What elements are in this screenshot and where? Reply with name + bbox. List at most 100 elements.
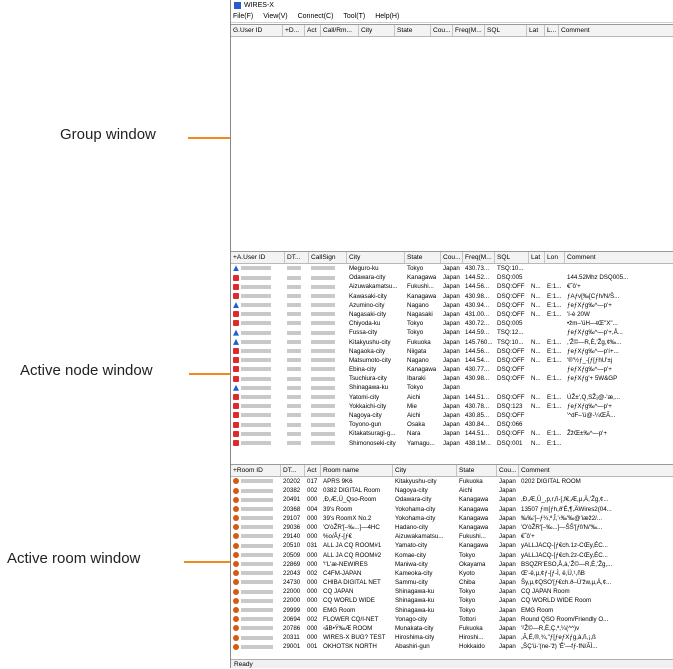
column-header[interactable]: Room name <box>321 465 393 476</box>
room-row[interactable]: 29140 000 %o/Âƒ-[ƒ€ Aizuwakamatsu... Fukushi… <box>231 532 673 541</box>
room-row[interactable]: 22000 000 CQ JAPAN Shinagawa-ku Tokyo Japan CQ… <box>231 587 673 596</box>
column-header[interactable]: Cou... <box>441 252 463 263</box>
menu-connect[interactable]: Connect(C) <box>298 13 334 20</box>
node-lon <box>545 365 565 374</box>
menu-file[interactable]: File(F) <box>233 13 253 20</box>
node-row[interactable]: Shinagawa-ku Tokyo Japan <box>231 383 673 392</box>
redacted-callsign <box>311 431 335 436</box>
menu-tool[interactable]: Tool(T) <box>343 13 365 20</box>
node-row[interactable]: Ebina-city Kanagawa Japan 430.77... DSQ:OFF ƒ… <box>231 365 673 374</box>
column-header[interactable]: State <box>457 465 497 476</box>
node-freq <box>463 383 495 392</box>
column-header[interactable]: Cou... <box>497 465 519 476</box>
node-row[interactable]: Toyono-gun Osaka Japan 430.84... DSQ:066 <box>231 420 673 429</box>
node-row[interactable]: Kitakatsuragi-g... Nara Japan 144.51... DSQ:… <box>231 429 673 438</box>
node-callsign-cell <box>309 310 347 319</box>
column-header[interactable]: Act <box>305 25 321 36</box>
column-header[interactable]: Act <box>305 465 321 476</box>
node-row[interactable]: Kitakyushu-city Fukuoka Japan 145.760... TSQ… <box>231 338 673 347</box>
room-row[interactable]: 24730 000 CHIBA DIGITAL NET Sammu-city Chiba… <box>231 578 673 587</box>
room-id-cell <box>231 477 281 486</box>
room-id-cell <box>231 642 281 651</box>
node-state: Yamagu... <box>407 439 435 447</box>
node-user-id-cell <box>231 374 285 383</box>
room-city: Odawara-city <box>395 496 432 504</box>
node-row[interactable]: Shimonoseki-city Yamagu... Japan 438.1M... D… <box>231 439 673 448</box>
column-header[interactable]: L... <box>545 25 559 36</box>
column-header[interactable]: +A.User ID <box>231 252 285 263</box>
node-sql: DSQ:OFF <box>497 430 525 438</box>
node-row[interactable]: Meguro-ku Tokyo Japan 430.73... TSQ:10... <box>231 264 673 273</box>
room-row[interactable]: 22000 000 CQ WORLD WIDE Shinagawa-ku Tokyo Ja… <box>231 596 673 605</box>
node-lat <box>529 383 545 392</box>
node-row[interactable]: Kawasaki-city Kanagawa Japan 430.98... DSQ:O… <box>231 292 673 301</box>
node-country: Japan <box>443 301 460 309</box>
room-row[interactable]: 20491 000 ‚Ð,Æ,Ü_Qso-Room Odawara-city Kanag… <box>231 495 673 504</box>
node-row[interactable]: Nagaoka-city Niigata Japan 144.56... DSQ:OFF… <box>231 347 673 356</box>
column-header[interactable]: Comment <box>565 252 673 263</box>
column-header[interactable]: City <box>359 25 395 36</box>
column-header[interactable]: Comment <box>559 25 673 36</box>
column-header[interactable]: Lon <box>545 252 565 263</box>
redacted-callsign <box>311 321 335 326</box>
column-header[interactable]: DT... <box>285 252 309 263</box>
column-header[interactable]: DT... <box>281 465 305 476</box>
column-header[interactable]: Freq(M... <box>463 252 495 263</box>
room-row[interactable]: 20694 002 FLOWER CQ/I-NET Yonago-city Tottor… <box>231 615 673 624</box>
room-row[interactable]: 20382 002 0382 DIGITAL Room Nagoya-city Aich… <box>231 486 673 495</box>
room-row[interactable]: 20510 031 ALL JA CQ ROOM#1 Yamato-city Kanag… <box>231 541 673 550</box>
node-freq: 430.84... <box>465 421 490 429</box>
node-row[interactable]: Chiyoda-ku Tokyo Japan 430.72... DSQ:005 •žm–… <box>231 319 673 328</box>
room-row[interactable]: 20786 000 ‹ãB•Ý‰Æ ROOM Munakata-city Fukuoka… <box>231 624 673 633</box>
room-row[interactable]: 20509 000 ALL JA CQ ROOM#2 Komae-city Tokyo J… <box>231 551 673 560</box>
room-row[interactable]: 20202 017 APRS 9K6 Kitakyushu-city Fukuoka Ja… <box>231 477 673 486</box>
column-header[interactable]: SQL <box>485 25 527 36</box>
node-state: Mie <box>407 402 417 410</box>
column-header[interactable]: City <box>393 465 457 476</box>
node-city: Shimonoseki-city <box>349 439 396 447</box>
room-act: 000 <box>307 597 318 605</box>
node-row[interactable]: Fussa-city Tokyo Japan 144.59... TSQ:12... ƒe… <box>231 328 673 337</box>
room-row[interactable]: 20368 004 39's Room Yokohama-city Kanagawa Ja… <box>231 505 673 514</box>
column-header[interactable]: +Room ID <box>231 465 281 476</box>
column-header[interactable]: Freq(M... <box>453 25 485 36</box>
column-header[interactable]: CallSign <box>309 252 347 263</box>
column-header[interactable]: Lat <box>529 252 545 263</box>
room-row[interactable]: 29036 000 'O'òŽR'[–‰...]—4HC Hadano-city Kan… <box>231 523 673 532</box>
column-header[interactable]: SQL <box>495 252 529 263</box>
column-header[interactable]: G.User ID <box>231 25 283 36</box>
node-row[interactable]: Matsumoto-city Nagano Japan 144.54... DSQ:OF… <box>231 356 673 365</box>
column-header[interactable]: Cou... <box>431 25 453 36</box>
redacted-room-id <box>241 626 273 631</box>
room-state: Tokyo <box>459 588 476 596</box>
column-header[interactable]: Comment <box>519 465 673 476</box>
node-comment: ƒeƒXƒg‰^—p'+,Å... <box>567 329 623 337</box>
column-header[interactable]: State <box>395 25 431 36</box>
node-row[interactable]: Aizuwakamatsu... Fukushi... Japan 144.56...… <box>231 282 673 291</box>
node-country: Japan <box>443 384 460 392</box>
node-row[interactable]: Yatomi-city Aichi Japan 144.51... DSQ:OFF N..… <box>231 393 673 402</box>
node-state: Fukuoka <box>407 338 431 346</box>
node-row[interactable]: Yokkaichi-city Mie Japan 430.78... DSQ:123 N.… <box>231 402 673 411</box>
column-header[interactable]: City <box>347 252 405 263</box>
column-header[interactable]: Lat <box>527 25 545 36</box>
column-header[interactable]: State <box>405 252 441 263</box>
node-row[interactable]: Tsuchiura-city Ibaraki Japan 430.98... DSQ:O… <box>231 374 673 383</box>
room-row[interactable]: 20311 000 WIRES-X BUG? TEST Hiroshima-city H… <box>231 633 673 642</box>
room-row[interactable]: 29107 000 39's RoomX No.2 Yokohama-city Kana… <box>231 514 673 523</box>
room-act: 000 <box>307 523 318 531</box>
room-row[interactable]: 22869 000 'ᵗ'L'æ-NEWIRES Maniwa-city Okayama… <box>231 560 673 569</box>
node-row[interactable]: Nagasaki-city Nagasaki Japan 431.00... DSQ:O… <box>231 310 673 319</box>
room-row[interactable]: 29001 001 OKHOTSK NORTH Abashiri-gun Hokkaid… <box>231 642 673 651</box>
node-country: Japan <box>443 274 460 282</box>
room-row[interactable]: 22043 002 C4FM-JAPAN Kameoka-city Kyoto Japan… <box>231 569 673 578</box>
node-freq: 144.56... <box>465 347 490 355</box>
menu-view[interactable]: View(V) <box>263 13 287 20</box>
node-row[interactable]: Odawara-city Kanagawa Japan 144.52... DSQ:00… <box>231 273 673 282</box>
node-row[interactable]: Nagoya-city Aichi Japan 430.85... DSQ:OFF '^d… <box>231 411 673 420</box>
node-row[interactable]: Azumino-city Nagano Japan 430.94... DSQ:OFF N… <box>231 301 673 310</box>
column-header[interactable]: +D... <box>283 25 305 36</box>
room-row[interactable]: 29999 000 EMG Room Shinagawa-ku Tokyo Japan EM… <box>231 606 673 615</box>
column-header[interactable]: Call/Rm... <box>321 25 359 36</box>
menu-help[interactable]: Help(H) <box>375 13 399 20</box>
